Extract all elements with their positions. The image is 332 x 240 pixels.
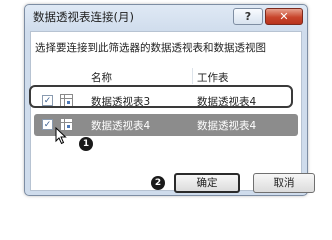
step-marker-1: 1 [79, 137, 93, 151]
mouse-pointer-icon [55, 126, 67, 149]
row-checkbox[interactable]: ✓ [42, 119, 53, 130]
close-button[interactable]: ✕ [265, 8, 303, 25]
step-marker-2: 2 [151, 176, 165, 190]
selection-highlight-ring [29, 85, 293, 108]
dialog-body: 选择要连接到此筛选器的数据透视表和数据透视图 名称 工作表 ✓ 数据透视表3 数… [30, 31, 302, 191]
column-header-name[interactable]: 名称 [91, 70, 112, 85]
dialog-title: 数据透视表连接(月) [33, 10, 134, 24]
ok-button[interactable]: 确定 [174, 173, 240, 193]
instruction-text: 选择要连接到此筛选器的数据透视表和数据透视图 [35, 42, 266, 54]
list-item-pivot-table-4[interactable]: ✓ 数据透视表4 数据透视表4 [34, 114, 298, 136]
column-separator [192, 68, 193, 84]
row-sheet: 数据透视表4 [197, 120, 257, 132]
row-name: 数据透视表4 [91, 120, 151, 132]
column-header-sheet[interactable]: 工作表 [197, 70, 229, 85]
cancel-button[interactable]: 取消 [253, 173, 315, 193]
dialog-titlebar: 数据透视表连接(月) ? ✕ [25, 5, 307, 29]
help-button[interactable]: ? [233, 8, 263, 25]
pivot-table-connections-dialog: 数据透视表连接(月) ? ✕ 选择要连接到此筛选器的数据透视表和数据透视图 名称… [24, 4, 315, 196]
